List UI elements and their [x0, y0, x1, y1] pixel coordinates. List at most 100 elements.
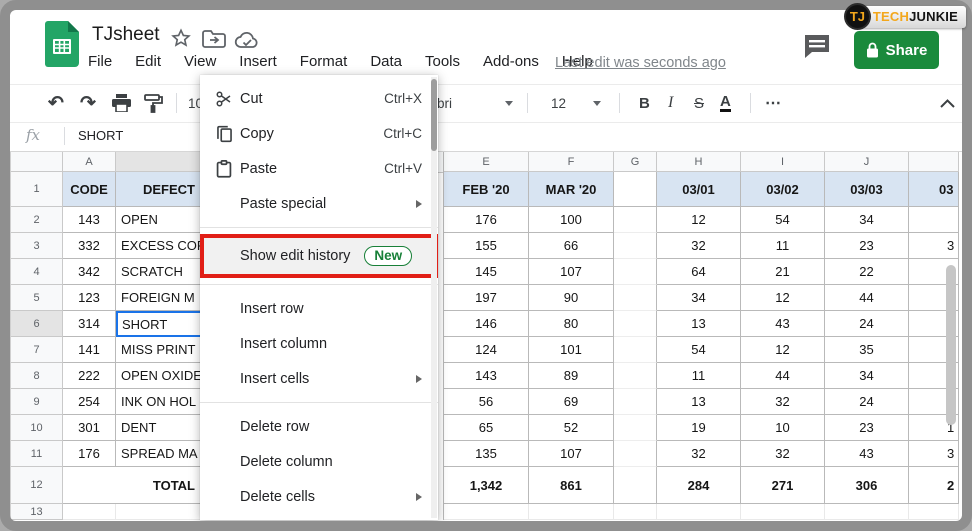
cell[interactable]: 34 — [825, 207, 909, 233]
cell[interactable]: 135 — [444, 441, 529, 467]
cell[interactable]: DEFECT — [116, 172, 201, 207]
menu-item-insert-column[interactable]: Insert column — [200, 326, 438, 361]
menu-item-copy[interactable]: Copy Ctrl+C — [200, 116, 438, 151]
cell[interactable]: 123 — [63, 285, 116, 311]
cell[interactable]: 143 — [444, 363, 529, 389]
row-header[interactable]: 11 — [11, 441, 63, 467]
row-header[interactable]: 10 — [11, 415, 63, 441]
menu-item-paste[interactable]: Paste Ctrl+V — [200, 151, 438, 186]
cell[interactable] — [614, 441, 657, 467]
more-toolbar-icon[interactable]: ⋯ — [765, 85, 781, 121]
formula-input[interactable]: SHORT — [78, 128, 123, 143]
cell[interactable] — [614, 389, 657, 415]
cell[interactable]: 54 — [741, 207, 825, 233]
cell[interactable]: 10 — [741, 415, 825, 441]
cell[interactable]: 03/03 — [825, 172, 909, 207]
undo-icon[interactable]: ↶ — [48, 85, 64, 121]
total-cell[interactable]: 306 — [825, 467, 909, 504]
cell[interactable]: 21 — [741, 259, 825, 285]
cell[interactable]: 34 — [825, 363, 909, 389]
cell[interactable]: 90 — [529, 285, 614, 311]
cell[interactable]: 100 — [529, 207, 614, 233]
comment-icon[interactable] — [803, 33, 831, 59]
cell[interactable]: SPREAD MA — [116, 441, 201, 467]
row-header[interactable]: 4 — [11, 259, 63, 285]
cell[interactable]: 176 — [444, 207, 529, 233]
cell[interactable]: 13 — [657, 311, 741, 337]
cell[interactable]: 107 — [529, 259, 614, 285]
row-header[interactable]: 5 — [11, 285, 63, 311]
cell[interactable]: 24 — [825, 389, 909, 415]
cell[interactable]: 56 — [444, 389, 529, 415]
menu-item-insert-row[interactable]: Insert row — [200, 291, 438, 326]
cell[interactable] — [614, 311, 657, 337]
cell[interactable]: 254 — [63, 389, 116, 415]
row-header[interactable]: 6 — [11, 311, 63, 337]
font-size-select[interactable]: 12 — [551, 85, 566, 121]
bold-button[interactable]: B — [639, 85, 650, 121]
cell[interactable]: 03/01 — [657, 172, 741, 207]
google-sheets-logo-icon[interactable] — [45, 21, 79, 67]
cell[interactable]: 13 — [657, 389, 741, 415]
cell[interactable]: 32 — [741, 441, 825, 467]
cell[interactable]: FOREIGN M — [116, 285, 201, 311]
cell[interactable]: MAR '20 — [529, 172, 614, 207]
move-to-folder-icon[interactable] — [202, 30, 226, 48]
row-header[interactable]: 9 — [11, 389, 63, 415]
cell[interactable]: 101 — [529, 337, 614, 363]
row-header[interactable]: 12 — [11, 467, 63, 504]
col-header-e[interactable]: E — [444, 152, 529, 172]
cell[interactable]: 222 — [63, 363, 116, 389]
cell[interactable]: 52 — [529, 415, 614, 441]
cell[interactable]: 32 — [741, 389, 825, 415]
cell[interactable]: 24 — [825, 311, 909, 337]
menu-tools[interactable]: Tools — [425, 53, 460, 70]
star-icon[interactable] — [170, 27, 192, 49]
cell[interactable] — [909, 504, 959, 520]
cell[interactable]: 155 — [444, 233, 529, 259]
cell[interactable]: 66 — [529, 233, 614, 259]
collapse-toolbar-icon[interactable] — [940, 85, 955, 121]
cell[interactable] — [614, 233, 657, 259]
menu-view[interactable]: View — [184, 53, 216, 70]
cell[interactable]: 143 — [63, 207, 116, 233]
row-header[interactable]: 3 — [11, 233, 63, 259]
cell[interactable] — [909, 207, 959, 233]
cell[interactable]: 32 — [657, 441, 741, 467]
cell[interactable]: 64 — [657, 259, 741, 285]
col-header-i[interactable]: I — [741, 152, 825, 172]
menu-item-cut[interactable]: Cut Ctrl+X — [200, 81, 438, 116]
cell[interactable]: CODE — [63, 172, 116, 207]
cell[interactable]: 34 — [657, 285, 741, 311]
cell[interactable]: 19 — [657, 415, 741, 441]
paint-format-icon[interactable] — [144, 85, 163, 121]
cell[interactable]: 301 — [63, 415, 116, 441]
cell[interactable]: DENT — [116, 415, 201, 441]
cell[interactable]: 12 — [657, 207, 741, 233]
cell[interactable] — [825, 504, 909, 520]
cell[interactable]: 342 — [63, 259, 116, 285]
row-header[interactable]: 2 — [11, 207, 63, 233]
menu-data[interactable]: Data — [370, 53, 402, 70]
doc-title[interactable]: TJsheet — [92, 24, 160, 46]
cell[interactable] — [614, 415, 657, 441]
cell[interactable]: 32 — [657, 233, 741, 259]
share-button[interactable]: Share — [854, 31, 939, 69]
menu-item-insert-cells[interactable]: Insert cells — [200, 361, 438, 396]
italic-button[interactable]: I — [668, 85, 673, 121]
total-cell[interactable]: 284 — [657, 467, 741, 504]
cell[interactable] — [116, 504, 201, 520]
cloud-saved-icon[interactable] — [234, 31, 260, 49]
cell[interactable]: 314 — [63, 311, 116, 337]
cell[interactable]: OPEN OXIDE — [116, 363, 201, 389]
menu-file[interactable]: File — [88, 53, 112, 70]
font-family-caret-icon[interactable] — [505, 85, 513, 121]
cell[interactable] — [63, 504, 116, 520]
cell[interactable]: 3 — [909, 441, 959, 467]
cell[interactable]: 124 — [444, 337, 529, 363]
redo-icon[interactable]: ↷ — [80, 85, 96, 121]
menu-item-delete-cells[interactable]: Delete cells — [200, 479, 438, 514]
cell[interactable]: 23 — [825, 415, 909, 441]
cell[interactable]: 23 — [825, 233, 909, 259]
cell[interactable]: 80 — [529, 311, 614, 337]
